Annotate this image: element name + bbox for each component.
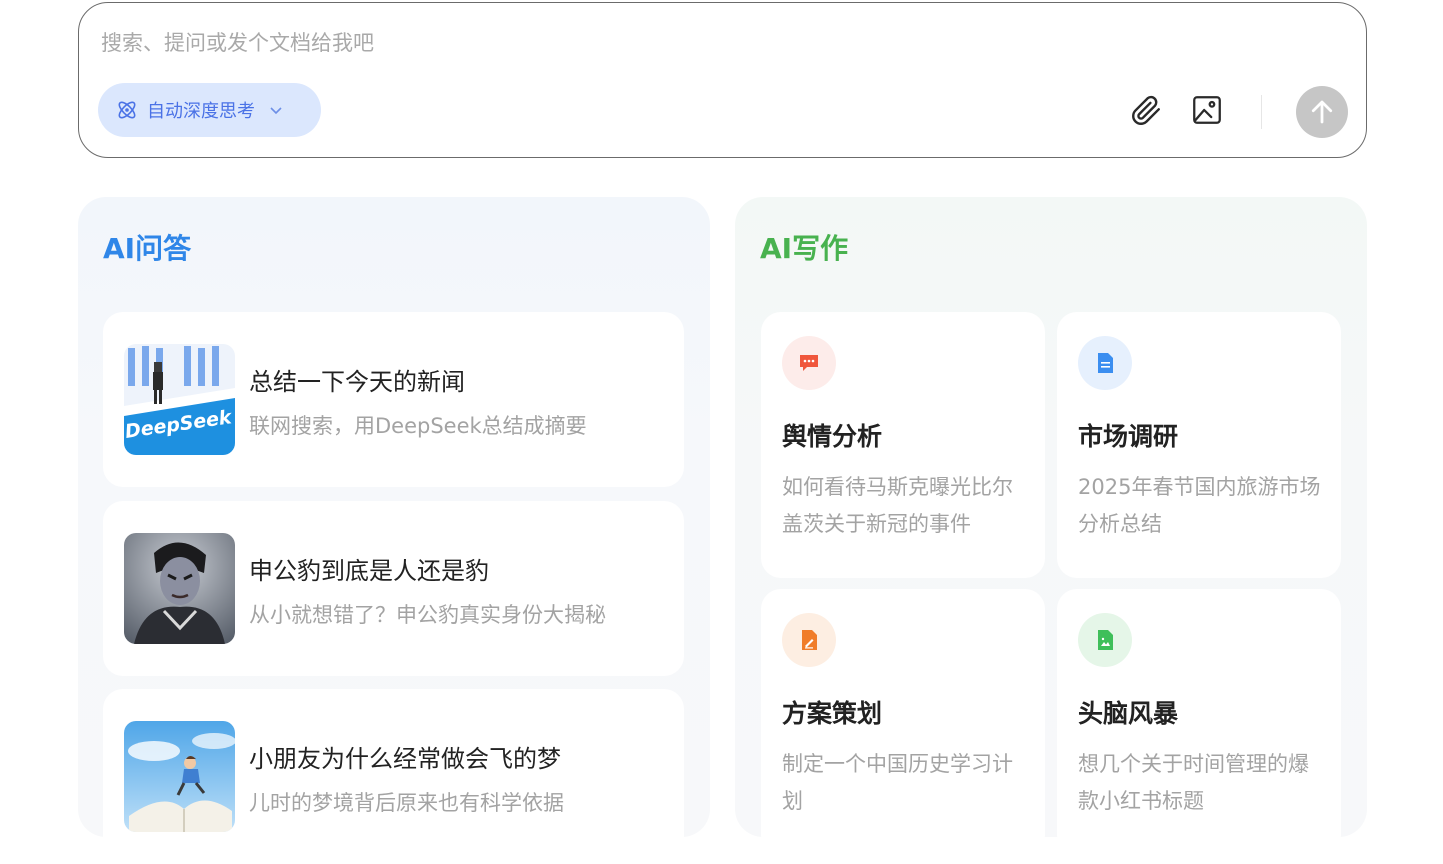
shen-gongbao-thumbnail xyxy=(124,533,235,644)
search-box: 自动深度思考 xyxy=(78,2,1367,158)
writing-item-market-research[interactable]: 市场调研 2025年春节国内旅游市场分析总结 xyxy=(1057,312,1341,578)
writing-item-sentiment-analysis[interactable]: 舆情分析 如何看待马斯克曝光比尔盖茨关于新冠的事件 xyxy=(761,312,1045,578)
attach-button[interactable] xyxy=(1128,92,1164,128)
qa-item-title: 申公豹到底是人还是豹 xyxy=(249,557,489,585)
ai-writing-panel: AI写作 舆情分析 如何看待马斯克曝光比尔盖茨关于新冠的事件 市场调研 2025… xyxy=(735,197,1367,855)
document-icon xyxy=(1078,336,1132,390)
qa-item-subtitle: 儿时的梦境背后原来也有科学依据 xyxy=(249,791,564,815)
ai-qa-panel: AI问答 DeepSeek 总结一下今天的新闻 联网搜索，用DeepSeek总结… xyxy=(78,197,710,864)
writing-item-desc: 如何看待马斯克曝光比尔盖茨关于新冠的事件 xyxy=(782,475,1013,536)
atom-icon xyxy=(118,101,136,119)
news-thumbnail: DeepSeek xyxy=(124,344,235,455)
qa-item-subtitle: 从小就想错了？申公豹真实身份大揭秘 xyxy=(249,603,606,627)
writing-item-desc: 想几个关于时间管理的爆款小红书标题 xyxy=(1078,752,1309,813)
image-doc-icon xyxy=(1078,613,1132,667)
pen-doc-icon xyxy=(782,613,836,667)
paperclip-icon xyxy=(1132,95,1160,125)
image-upload-button[interactable] xyxy=(1189,92,1225,128)
writing-item-title: 方案策划 xyxy=(782,699,883,728)
qa-item-title: 总结一下今天的新闻 xyxy=(249,368,465,396)
writing-item-brainstorm[interactable]: 头脑风暴 想几个关于时间管理的爆款小红书标题 xyxy=(1057,589,1341,855)
writing-item-title: 舆情分析 xyxy=(782,422,883,451)
ai-writing-title: AI写作 xyxy=(760,232,849,265)
qa-item-flying-dream[interactable]: 小朋友为什么经常做会飞的梦 儿时的梦境背后原来也有科学依据 xyxy=(103,689,684,864)
image-icon xyxy=(1193,96,1221,124)
ai-qa-title: AI问答 xyxy=(103,232,192,265)
writing-item-desc: 制定一个中国历史学习计划 xyxy=(782,752,1013,813)
deep-think-mode-button[interactable]: 自动深度思考 xyxy=(98,83,321,137)
toolbar-divider xyxy=(1261,95,1262,129)
qa-item-subtitle: 联网搜索，用DeepSeek总结成摘要 xyxy=(249,414,587,438)
send-button[interactable] xyxy=(1296,86,1348,138)
search-input[interactable] xyxy=(99,25,1099,61)
qa-item-shen-gongbao[interactable]: 申公豹到底是人还是豹 从小就想错了？申公豹真实身份大揭秘 xyxy=(103,501,684,676)
writing-item-desc: 2025年春节国内旅游市场分析总结 xyxy=(1078,475,1321,536)
writing-item-plan[interactable]: 方案策划 制定一个中国历史学习计划 xyxy=(761,589,1045,855)
arrow-up-icon xyxy=(1311,100,1333,124)
flying-dream-thumbnail xyxy=(124,721,235,832)
chevron-down-icon xyxy=(270,107,282,115)
chat-bubble-icon xyxy=(782,336,836,390)
qa-item-news-summary[interactable]: DeepSeek 总结一下今天的新闻 联网搜索，用DeepSeek总结成摘要 xyxy=(103,312,684,487)
deep-think-label: 自动深度思考 xyxy=(147,101,255,122)
qa-item-title: 小朋友为什么经常做会飞的梦 xyxy=(249,745,561,773)
writing-item-title: 头脑风暴 xyxy=(1078,699,1179,728)
writing-item-title: 市场调研 xyxy=(1078,422,1179,451)
